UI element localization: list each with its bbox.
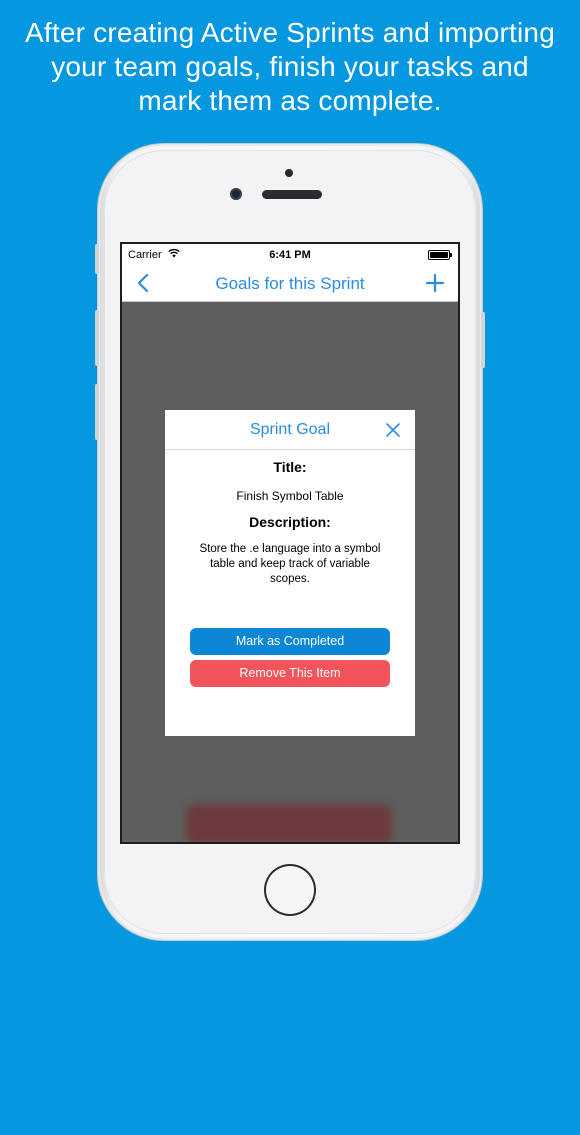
app-screen: Carrier 6:41 PM Goals for this Sprint Sp…	[122, 244, 458, 842]
earpiece-speaker	[262, 190, 322, 199]
title-label: Title:	[273, 459, 307, 475]
plus-icon[interactable]	[424, 272, 446, 294]
dialog-header: Sprint Goal	[165, 410, 415, 450]
volume-down-button	[95, 384, 99, 440]
front-camera	[230, 188, 242, 200]
remove-item-button[interactable]: Remove This Item	[190, 660, 390, 687]
page-title: Goals for this Sprint	[215, 274, 365, 293]
mark-completed-button[interactable]: Mark as Completed	[190, 628, 390, 655]
home-button[interactable]	[264, 864, 316, 916]
navigation-bar: Goals for this Sprint	[122, 264, 458, 302]
promo-headline: After creating Active Sprints and import…	[25, 17, 555, 116]
goal-title-value: Finish Symbol Table	[236, 489, 344, 503]
mute-switch	[95, 244, 99, 274]
status-time: 6:41 PM	[269, 249, 311, 261]
status-bar: Carrier 6:41 PM	[122, 244, 458, 264]
phone-screen: Carrier 6:41 PM Goals for this Sprint Sp…	[120, 242, 460, 844]
sprint-goal-dialog: Sprint Goal Title: Finish Symbol Table D…	[165, 410, 415, 736]
blurred-list-item	[186, 804, 392, 842]
goal-description-value: Store the .e language into a symbol tabl…	[199, 543, 381, 585]
power-button	[481, 312, 485, 368]
description-label: Description:	[249, 514, 331, 530]
volume-up-button	[95, 310, 99, 366]
proximity-sensor	[285, 169, 293, 177]
dialog-title: Sprint Goal	[249, 421, 331, 438]
battery-icon	[428, 250, 452, 260]
close-icon[interactable]	[385, 422, 401, 438]
